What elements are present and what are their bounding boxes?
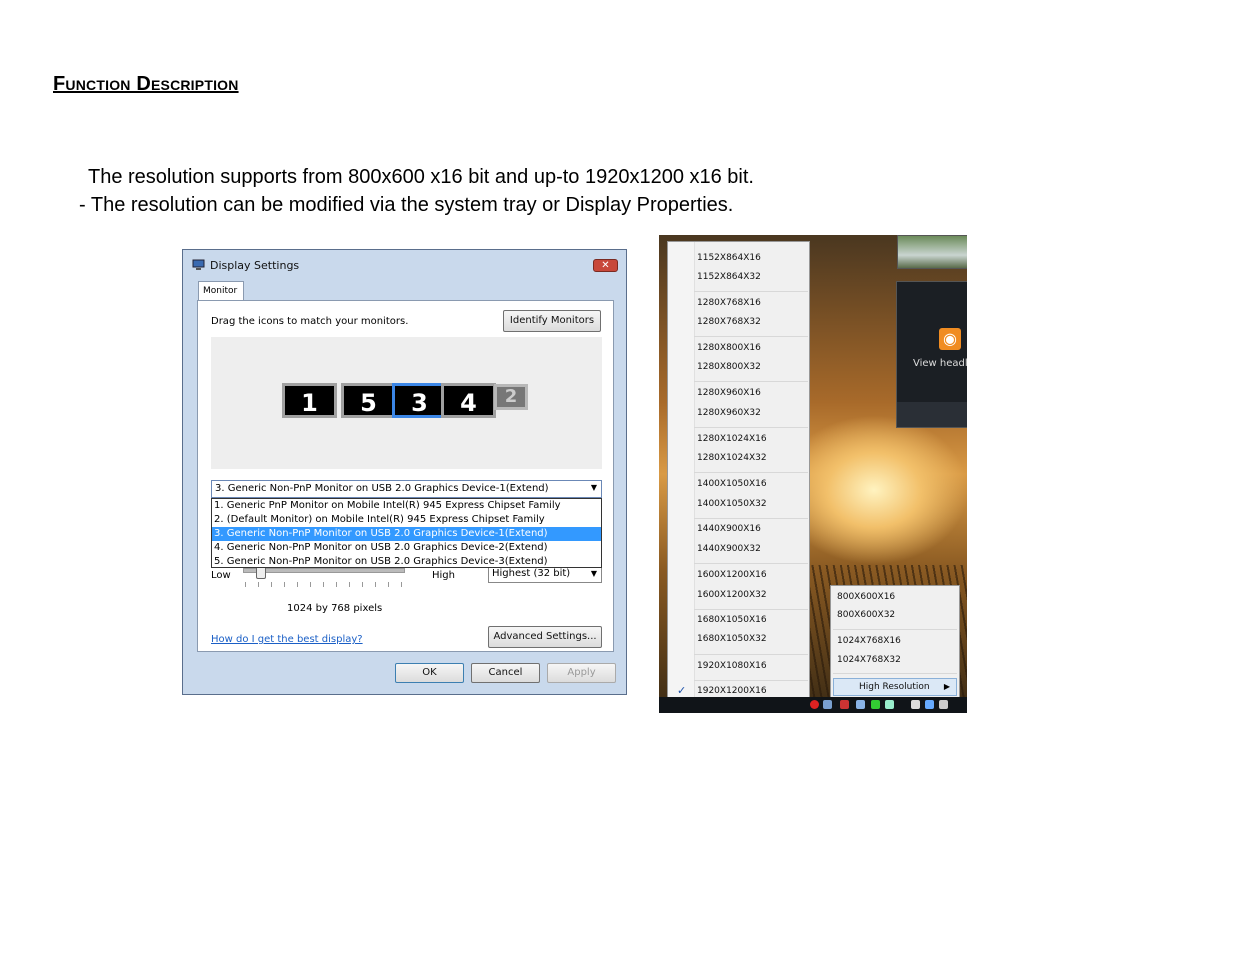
menu-separator <box>694 472 808 473</box>
submenu-item[interactable]: 1024X768X32 <box>837 655 901 665</box>
dropdown-option[interactable]: 1. Generic PnP Monitor on Mobile Intel(R… <box>212 499 601 513</box>
monitor-tray-icon[interactable] <box>911 700 920 709</box>
display-tray-icon[interactable] <box>885 700 894 709</box>
chevron-down-icon: ▼ <box>590 569 597 578</box>
menu-item[interactable]: 1600X1200X32 <box>697 590 767 600</box>
menu-item[interactable]: 1280X1024X16 <box>697 434 767 444</box>
security-shield-icon[interactable] <box>840 700 849 709</box>
tab-monitor[interactable]: Monitor <box>198 281 244 301</box>
monitor-select[interactable]: 3. Generic Non-PnP Monitor on USB 2.0 Gr… <box>211 480 602 498</box>
bluetooth-icon[interactable] <box>856 700 865 709</box>
monitor-icon-4[interactable]: 4 <box>441 383 496 418</box>
menu-separator <box>694 381 808 382</box>
slider-high-label: High <box>432 570 455 581</box>
menu-separator <box>694 680 808 681</box>
network-tray-icon[interactable] <box>925 700 934 709</box>
menu-item[interactable]: 1440X900X32 <box>697 544 761 554</box>
menu-item[interactable]: 1152X864X16 <box>697 253 761 263</box>
menu-item[interactable]: 1440X900X16 <box>697 524 761 534</box>
close-button[interactable]: ✕ <box>593 259 618 272</box>
paragraph-resolution-range: The resolution supports from 800x600 x16… <box>88 166 754 188</box>
menu-separator <box>694 563 808 564</box>
submenu-item[interactable]: 1024X768X16 <box>837 636 901 646</box>
gadget-text: View headl <box>913 358 967 369</box>
menu-item[interactable]: 1280X800X32 <box>697 362 761 372</box>
monitor-arrangement-area: 1 5 3 4 2 <box>211 337 602 469</box>
dropdown-option[interactable]: 5. Generic Non-PnP Monitor on USB 2.0 Gr… <box>212 555 601 569</box>
menu-item-checked[interactable]: 1920X1200X16 <box>697 686 767 696</box>
slider-low-label: Low <box>211 570 231 581</box>
chevron-right-icon: ▶ <box>943 682 950 691</box>
menu-separator <box>694 427 808 428</box>
menu-item[interactable]: 1280X1024X32 <box>697 453 767 463</box>
cancel-button[interactable]: Cancel <box>471 663 540 683</box>
advanced-settings-button[interactable]: Advanced Settings... <box>488 626 602 648</box>
menu-separator <box>833 673 957 674</box>
submenu-item[interactable]: 800X600X32 <box>837 610 895 620</box>
paragraph-resolution-modify: - The resolution can be modified via the… <box>79 194 734 216</box>
resolution-menu: 1152X864X16 1152X864X32 1280X768X16 1280… <box>667 241 810 701</box>
menu-separator <box>833 629 957 630</box>
submenu-item[interactable]: 800X600X16 <box>837 592 895 602</box>
volume-icon[interactable] <box>939 700 948 709</box>
help-link[interactable]: How do I get the best display? <box>211 634 363 645</box>
menu-item[interactable]: 1680X1050X32 <box>697 634 767 644</box>
menu-item[interactable]: 1280X768X16 <box>697 298 761 308</box>
monitor-icon-3[interactable]: 3 <box>392 383 447 418</box>
high-resolution-label: High Resolution <box>859 682 930 692</box>
identify-monitors-button[interactable]: Identify Monitors <box>503 310 601 332</box>
tray-menu-screenshot: ◉ View headl 1152X864X16 1152X864X32 128… <box>659 235 967 713</box>
display-settings-dialog: Display Settings ✕ Monitor Drag the icon… <box>182 249 627 695</box>
menu-separator <box>694 518 808 519</box>
monitor-select-value: 3. Generic Non-PnP Monitor on USB 2.0 Gr… <box>215 483 549 494</box>
check-icon: ✓ <box>677 684 687 697</box>
menu-item[interactable]: 1280X960X32 <box>697 408 761 418</box>
monitor-icon-2[interactable]: 2 <box>494 384 528 410</box>
menu-item[interactable]: 1920X1080X16 <box>697 661 767 671</box>
monitor-panel: Drag the icons to match your monitors. I… <box>197 300 614 652</box>
menu-separator <box>694 291 808 292</box>
dialog-title: Display Settings <box>210 259 300 272</box>
resolution-text: 1024 by 768 pixels <box>287 603 383 614</box>
section-heading: Function Description <box>53 73 239 95</box>
check-status-icon[interactable] <box>871 700 880 709</box>
menu-item[interactable]: 1280X768X32 <box>697 317 761 327</box>
monitor-icon-5[interactable]: 5 <box>341 383 396 418</box>
menu-item[interactable]: 1280X800X16 <box>697 343 761 353</box>
menu-item[interactable]: 1680X1050X16 <box>697 615 767 625</box>
ok-button[interactable]: OK <box>395 663 464 683</box>
high-resolution-submenu: 800X600X16 800X600X32 1024X768X16 1024X7… <box>830 585 960 701</box>
menu-item[interactable]: 1600X1200X16 <box>697 570 767 580</box>
menu-separator <box>694 654 808 655</box>
monitor-dropdown-list: 1. Generic PnP Monitor on Mobile Intel(R… <box>211 498 602 568</box>
monitor-icon-1[interactable]: 1 <box>282 383 337 418</box>
color-quality-value: Highest (32 bit) <box>492 568 571 579</box>
menu-item[interactable]: 1400X1050X32 <box>697 499 767 509</box>
network-icon[interactable] <box>823 700 832 709</box>
alert-icon[interactable] <box>810 700 819 709</box>
dropdown-option-selected[interactable]: 3. Generic Non-PnP Monitor on USB 2.0 Gr… <box>212 527 601 541</box>
menu-item[interactable]: 1152X864X32 <box>697 272 761 282</box>
apply-button[interactable]: Apply <box>547 663 616 683</box>
feed-gadget: ◉ View headl <box>896 281 967 428</box>
menu-separator <box>694 336 808 337</box>
menu-item[interactable]: 1400X1050X16 <box>697 479 767 489</box>
dropdown-option[interactable]: 2. (Default Monitor) on Mobile Intel(R) … <box>212 513 601 527</box>
gadget-footer <box>897 402 967 427</box>
menu-item[interactable]: 1280X960X16 <box>697 388 761 398</box>
drag-instruction: Drag the icons to match your monitors. <box>211 316 409 327</box>
slider-ticks <box>245 582 405 587</box>
menu-gutter <box>668 242 695 700</box>
high-resolution-menu-item[interactable]: High Resolution ▶ <box>833 678 957 696</box>
display-settings-icon <box>192 259 205 270</box>
rss-icon: ◉ <box>939 328 961 350</box>
dropdown-option[interactable]: 4. Generic Non-PnP Monitor on USB 2.0 Gr… <box>212 541 601 555</box>
wallpaper-thumbnail <box>897 235 967 269</box>
chevron-down-icon: ▼ <box>590 483 597 492</box>
menu-separator <box>694 609 808 610</box>
